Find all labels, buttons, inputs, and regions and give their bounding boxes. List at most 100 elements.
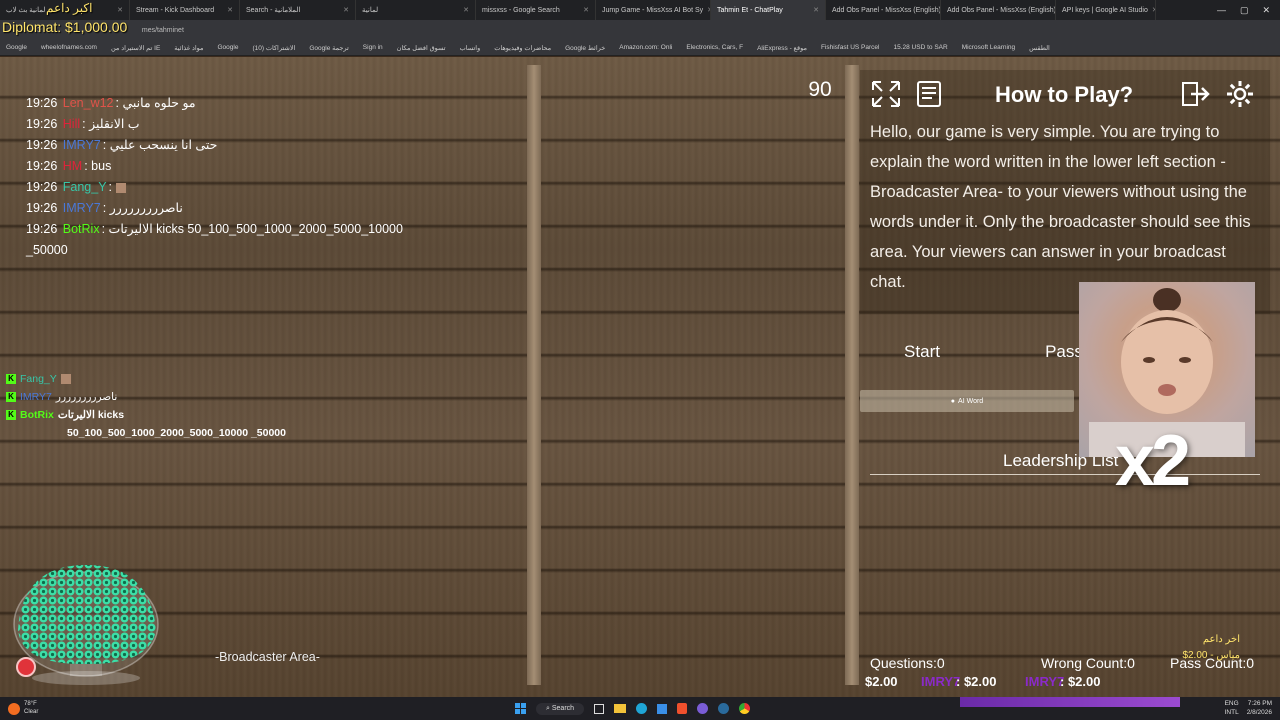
close-window-icon[interactable]: ✕ bbox=[1262, 5, 1270, 16]
chat-text: الاليرتات kicks bbox=[57, 409, 125, 421]
chat-message-continuation: _50000 bbox=[26, 240, 446, 261]
tab-label: Add Obs Panel - MissXss (English) bbox=[947, 6, 1056, 14]
ai-word-button[interactable]: ● AI Word bbox=[860, 390, 1074, 412]
bookmark-item[interactable]: (10) الاشتراكات bbox=[252, 44, 295, 52]
chat-username: Fang_Y bbox=[20, 373, 57, 385]
task-view-icon[interactable] bbox=[594, 703, 605, 714]
browser-tab[interactable]: لمانية ✕ bbox=[356, 0, 476, 20]
fullscreen-icon[interactable] bbox=[871, 80, 901, 108]
url-text[interactable]: mes/tahminet bbox=[142, 27, 184, 34]
clock[interactable]: 7:26 PM 2/8/2026 bbox=[1247, 699, 1272, 717]
broadcaster-area-label: -Broadcaster Area- bbox=[215, 650, 320, 664]
panel-divider bbox=[527, 65, 541, 685]
bookmark-item[interactable]: واتساب bbox=[460, 44, 481, 52]
taskbar-search[interactable]: ⌕ Search bbox=[536, 702, 585, 715]
bookmark-item[interactable]: مواد غذائية bbox=[174, 44, 203, 52]
bookmark-item[interactable]: 15.28 USD to SAR bbox=[893, 44, 947, 51]
bookmark-item[interactable]: Google خرائط bbox=[565, 44, 605, 52]
overlay-bar bbox=[960, 697, 1180, 707]
tab-label: Search - الملامانية bbox=[246, 7, 301, 14]
panel-divider bbox=[845, 65, 859, 685]
bookmark-item[interactable]: Fishisfast US Parcel bbox=[821, 44, 880, 51]
system-tray[interactable]: ENG INTL 7:26 PM 2/8/2026 bbox=[1225, 699, 1272, 717]
close-icon[interactable]: ✕ bbox=[343, 6, 349, 14]
browser-tab[interactable]: Add Obs Panel - MissXss (English)✕ bbox=[826, 0, 941, 20]
address-bar[interactable]: ← → ⟳ mes/tahminet bbox=[0, 20, 1280, 40]
start-button[interactable]: Start bbox=[862, 322, 982, 382]
bookmark-item[interactable]: الطقس bbox=[1029, 44, 1050, 52]
windows-start-icon[interactable] bbox=[515, 703, 526, 714]
language-indicator[interactable]: ENG INTL bbox=[1225, 699, 1239, 717]
chat-username[interactable]: BotRix bbox=[63, 222, 100, 236]
chat-text: bus bbox=[91, 159, 112, 173]
maximize-icon[interactable]: ▢ bbox=[1240, 5, 1249, 16]
how-to-play-text: Hello, our game is very simple. You are … bbox=[870, 123, 1251, 291]
chat-time: 19:26 bbox=[26, 180, 58, 194]
close-icon[interactable]: ✕ bbox=[227, 6, 233, 14]
gear-icon[interactable] bbox=[1225, 79, 1255, 107]
bookmark-item[interactable]: تم الاستيراد من IE bbox=[111, 44, 160, 52]
multiplier-badge: x2 bbox=[1115, 421, 1191, 501]
kick-icon: K bbox=[6, 410, 16, 420]
chat-username[interactable]: Fang_Y bbox=[63, 180, 107, 194]
browser-tab[interactable]: Jump Game - MissXss AI Bot Sy✕ bbox=[596, 0, 711, 20]
chat-time: 19:26 bbox=[26, 117, 58, 131]
browser-tab-active[interactable]: Tahmin Et - ChatPlay ✕ bbox=[711, 0, 826, 20]
bookmark-item[interactable]: Google bbox=[218, 44, 239, 51]
steam-icon[interactable] bbox=[718, 703, 730, 714]
chat-text: _50000 bbox=[26, 243, 68, 257]
bookmark-item[interactable]: Google ترجمة bbox=[309, 44, 348, 52]
close-icon[interactable]: ✕ bbox=[1152, 6, 1155, 14]
close-icon[interactable]: ✕ bbox=[583, 6, 589, 14]
bookmark-item[interactable]: Amazon.com: Onli bbox=[619, 44, 672, 51]
chat-username[interactable]: HM bbox=[63, 159, 82, 173]
browser-tab-bar: لمانية بث لاب ✕ Stream - Kick Dashboard ✕ … bbox=[0, 0, 1280, 20]
app-icon[interactable] bbox=[8, 703, 20, 715]
weather-widget[interactable]: 78°F Clear bbox=[24, 700, 38, 716]
chrome-icon[interactable] bbox=[739, 703, 751, 714]
tab-label: لمانية بث لاب bbox=[6, 7, 46, 14]
chat-username[interactable]: Hill bbox=[63, 117, 80, 131]
edge-icon[interactable] bbox=[636, 703, 648, 714]
chat-message: 19:26 BotRix: الاليرتات kicks 50_100_500… bbox=[26, 222, 403, 236]
bookmark-item[interactable]: تسوق افضل مكان bbox=[397, 44, 446, 52]
bookmark-item[interactable]: Electronics, Cars, F bbox=[686, 44, 743, 51]
discord-icon[interactable] bbox=[697, 703, 709, 714]
close-icon[interactable]: ✕ bbox=[813, 6, 819, 14]
chat-username[interactable]: IMRY7 bbox=[63, 138, 101, 152]
bookmark-item[interactable]: Microsoft Learning bbox=[962, 44, 1015, 51]
notes-icon[interactable] bbox=[914, 80, 944, 108]
donation-amount: : $2.00 bbox=[1060, 674, 1101, 689]
bookmark-item[interactable]: Sign in bbox=[363, 44, 383, 51]
bookmark-item[interactable]: Google bbox=[6, 44, 27, 51]
divider bbox=[870, 474, 1260, 475]
browser-tab[interactable]: Stream - Kick Dashboard ✕ bbox=[130, 0, 240, 20]
brave-icon[interactable] bbox=[677, 703, 688, 714]
bookmark-item[interactable]: AliExpress - موقع bbox=[757, 44, 807, 52]
tab-label: لمانية bbox=[362, 7, 379, 14]
chat-text: 50_100_500_1000_2000_5000_10000 _50000 bbox=[67, 427, 286, 439]
file-explorer-icon[interactable] bbox=[614, 704, 627, 713]
lang-sub-label: INTL bbox=[1224, 709, 1239, 716]
donor-name: IMRY7 bbox=[1025, 674, 1065, 689]
kick-chat-row: K BotRix الاليرتات kicks bbox=[6, 406, 506, 424]
bookmark-item[interactable]: wheelofnames.com bbox=[41, 44, 97, 51]
donor-name: IMRY7 bbox=[921, 674, 961, 689]
kick-chat-row: K Fang_Y bbox=[6, 370, 506, 388]
chat-text: ناصررررررررر bbox=[55, 391, 118, 403]
record-icon[interactable] bbox=[16, 657, 36, 677]
minimize-icon[interactable]: — bbox=[1217, 5, 1226, 16]
last-donor-value: $2.00 - مياس bbox=[1182, 650, 1240, 661]
browser-tab[interactable]: missxss - Google Search ✕ bbox=[476, 0, 596, 20]
store-icon[interactable] bbox=[657, 703, 668, 714]
bookmark-item[interactable]: محاضرات وفيديوهات bbox=[494, 44, 551, 52]
browser-tab[interactable]: API keys | Google AI Studio ✕ bbox=[1056, 0, 1156, 20]
chat-message: 19:26 Fang_Y: bbox=[26, 177, 446, 198]
browser-tab[interactable]: Search - الملامانية ✕ bbox=[240, 0, 356, 20]
browser-tab[interactable]: Add Obs Panel - MissXss (English)✕ bbox=[941, 0, 1056, 20]
chat-username[interactable]: Len_w12 bbox=[63, 96, 114, 110]
exit-icon[interactable] bbox=[1181, 80, 1211, 108]
close-icon[interactable]: ✕ bbox=[117, 6, 123, 14]
close-icon[interactable]: ✕ bbox=[463, 6, 469, 14]
chat-username[interactable]: IMRY7 bbox=[63, 201, 101, 215]
